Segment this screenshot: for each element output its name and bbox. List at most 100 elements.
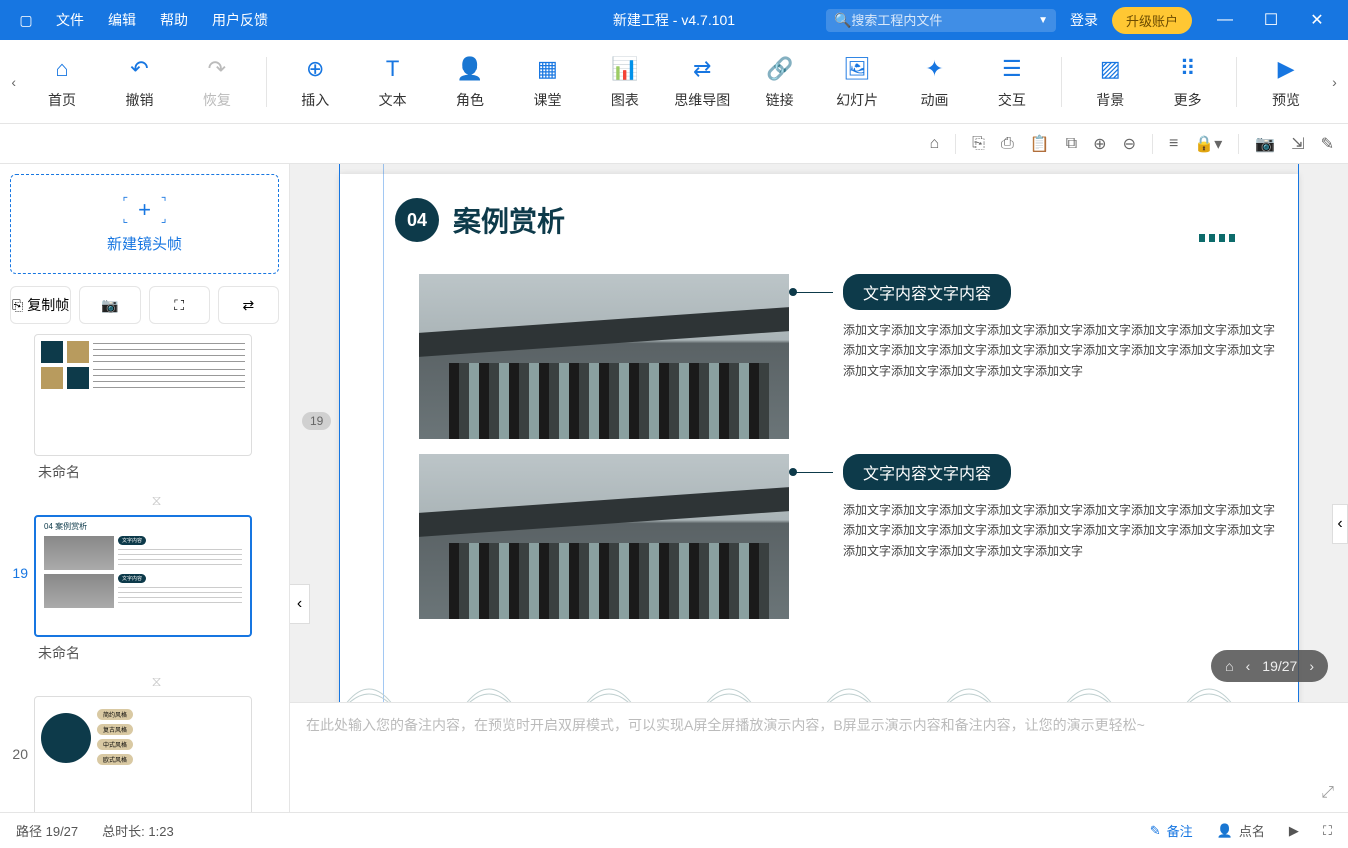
- slideshow-button[interactable]: 🖼幻灯片: [818, 54, 895, 110]
- paste-icon[interactable]: ⎙: [1001, 135, 1014, 153]
- grid-icon: ⠿: [1149, 54, 1226, 84]
- plus-icon: +: [138, 197, 151, 223]
- present-button[interactable]: ▶: [1289, 823, 1299, 839]
- canvas-toolbar: ⌂ ⎘ ⎙ 📋 ⧉ ⊕ ⊖ ≡ 🔒▾ 📷 ⇲ ✎: [0, 124, 1348, 164]
- toolbar-scroll-right-icon[interactable]: ›: [1325, 74, 1344, 90]
- menu-help[interactable]: 帮助: [148, 10, 200, 30]
- new-frame-label: 新建镜头帧: [107, 233, 182, 254]
- close-icon[interactable]: ✕: [1294, 10, 1340, 30]
- slideshow-icon: 🖼: [818, 54, 895, 84]
- mindmap-icon: ⇄: [664, 54, 741, 84]
- redo-button[interactable]: ↷恢复: [178, 54, 255, 110]
- chart-icon: 📊: [586, 54, 663, 84]
- notes-textarea[interactable]: [306, 715, 1292, 795]
- toolbar-scroll-left-icon[interactable]: ‹: [4, 74, 23, 90]
- duration-indicator: 总时长: 1:23: [102, 821, 174, 840]
- path-indicator: 路径 19/27: [16, 821, 78, 840]
- nav-next-icon[interactable]: ›: [1309, 658, 1314, 674]
- upgrade-button[interactable]: 升级账户: [1112, 7, 1192, 34]
- fullscreen-button[interactable]: ⛶: [1323, 823, 1332, 839]
- section-number: 04: [395, 198, 439, 242]
- minimize-icon[interactable]: —: [1202, 11, 1248, 29]
- section-title-text: 案例赏析: [453, 200, 565, 240]
- new-frame-button[interactable]: ⌜⌝ ⌞⌟ + 新建镜头帧: [10, 174, 279, 274]
- notes-toggle-button[interactable]: ✎备注: [1150, 821, 1193, 840]
- clipboard-icon[interactable]: 📋: [1030, 134, 1050, 154]
- classroom-icon: ▦: [509, 54, 586, 84]
- menu-file[interactable]: 文件: [44, 10, 96, 30]
- right-panel-toggle[interactable]: ‹: [1332, 504, 1348, 544]
- accent-decoration: [1199, 234, 1239, 242]
- main-toolbar: ‹ ⌂首页 ↶撤销 ↷恢复 ⊕插入 T文本 👤角色 ▦课堂 📊图表 ⇄思维导图 …: [0, 40, 1348, 124]
- slide-thumbnail[interactable]: 20 简约风格复古风格中式风格欧式风格: [10, 696, 279, 812]
- undo-button[interactable]: ↶撤销: [101, 54, 178, 110]
- export-icon[interactable]: ⇲: [1291, 134, 1304, 154]
- copy-icon: ⎘: [12, 297, 23, 314]
- nav-prev-icon[interactable]: ‹: [1246, 658, 1251, 674]
- more-button[interactable]: ⠿更多: [1149, 54, 1226, 110]
- zoom-out-icon[interactable]: ⊖: [1123, 134, 1136, 154]
- slide-canvas[interactable]: 04 案例赏析 文字内容文字内容 添加文字添加文字添加文字添加文字添加文字添加文…: [339, 174, 1299, 702]
- collapse-panel-button[interactable]: ‹: [290, 584, 310, 624]
- star-icon: ✦: [896, 54, 973, 84]
- transition-icon[interactable]: ⧖: [34, 673, 279, 690]
- background-button[interactable]: ▨背景: [1072, 54, 1149, 110]
- nav-home-icon[interactable]: ⌂: [1225, 658, 1233, 674]
- scan-icon: ⛶: [174, 297, 184, 314]
- text-button[interactable]: T文本: [354, 54, 431, 110]
- animation-button[interactable]: ✦动画: [896, 54, 973, 110]
- login-button[interactable]: 登录: [1070, 10, 1098, 30]
- duplicate-icon[interactable]: ⧉: [1066, 135, 1077, 153]
- text-icon: T: [354, 54, 431, 84]
- home-mini-icon[interactable]: ⌂: [930, 135, 940, 153]
- slide-name: 未命名: [34, 637, 279, 665]
- content-body: 添加文字添加文字添加文字添加文字添加文字添加文字添加文字添加文字添加文字添加文字…: [843, 500, 1283, 561]
- maximize-icon[interactable]: ☐: [1248, 10, 1294, 30]
- link-button[interactable]: 🔗链接: [741, 54, 818, 110]
- app-logo-icon: ▢: [16, 10, 36, 30]
- slide-thumbnail[interactable]: 19 04 案例赏析 文字内容 文字内容 未命名: [10, 515, 279, 665]
- slide-thumbnail[interactable]: 未命名: [10, 334, 279, 484]
- search-dropdown-icon[interactable]: ▼: [1038, 15, 1048, 26]
- align-icon[interactable]: ≡: [1169, 135, 1178, 153]
- notes-panel: ⤢: [290, 702, 1348, 812]
- menu-feedback[interactable]: 用户反馈: [200, 10, 280, 30]
- slide-name: 未命名: [34, 456, 279, 484]
- camera-icon[interactable]: 📷: [1255, 134, 1275, 154]
- search-icon: 🔍: [834, 12, 851, 29]
- zoom-in-icon[interactable]: ⊕: [1093, 134, 1106, 154]
- role-button[interactable]: 👤角色: [431, 54, 508, 110]
- document-title: 新建工程 - v4.7.101: [613, 10, 735, 30]
- home-icon: ⌂: [23, 54, 100, 84]
- path-icon: ⇄: [243, 297, 255, 314]
- snapshot-button[interactable]: 📷: [79, 286, 140, 324]
- chart-button[interactable]: 📊图表: [586, 54, 663, 110]
- edit-icon[interactable]: ✎: [1321, 134, 1334, 154]
- expand-notes-icon[interactable]: ⤢: [1321, 784, 1334, 802]
- scan-button[interactable]: ⛶: [149, 286, 210, 324]
- lock-icon[interactable]: 🔒▾: [1194, 134, 1222, 154]
- undo-icon: ↶: [101, 54, 178, 84]
- content-block: 文字内容文字内容 添加文字添加文字添加文字添加文字添加文字添加文字添加文字添加文…: [419, 274, 1283, 439]
- wave-decoration: [339, 644, 1299, 702]
- naming-button[interactable]: 👤点名: [1217, 821, 1265, 840]
- copy-frame-button[interactable]: ⎘复制帧: [10, 286, 71, 324]
- plus-circle-icon: ⊕: [277, 54, 354, 84]
- person-icon: 👤: [1217, 823, 1233, 839]
- class-button[interactable]: ▦课堂: [509, 54, 586, 110]
- notes-icon: ✎: [1150, 823, 1161, 839]
- search-input[interactable]: [851, 13, 1031, 28]
- path-button[interactable]: ⇄: [218, 286, 279, 324]
- preview-button[interactable]: ▶预览: [1247, 54, 1324, 110]
- interact-button[interactable]: ☰交互: [973, 54, 1050, 110]
- redo-icon: ↷: [178, 54, 255, 84]
- mindmap-button[interactable]: ⇄思维导图: [664, 54, 741, 110]
- transition-icon[interactable]: ⧖: [34, 492, 279, 509]
- insert-button[interactable]: ⊕插入: [277, 54, 354, 110]
- copy-icon[interactable]: ⎘: [972, 135, 985, 153]
- search-box[interactable]: 🔍 ▼: [826, 9, 1056, 32]
- page-counter: 19/27: [1262, 658, 1297, 674]
- home-button[interactable]: ⌂首页: [23, 54, 100, 110]
- page-navigator: ⌂ ‹ 19/27 ›: [1211, 650, 1328, 682]
- menu-edit[interactable]: 编辑: [96, 10, 148, 30]
